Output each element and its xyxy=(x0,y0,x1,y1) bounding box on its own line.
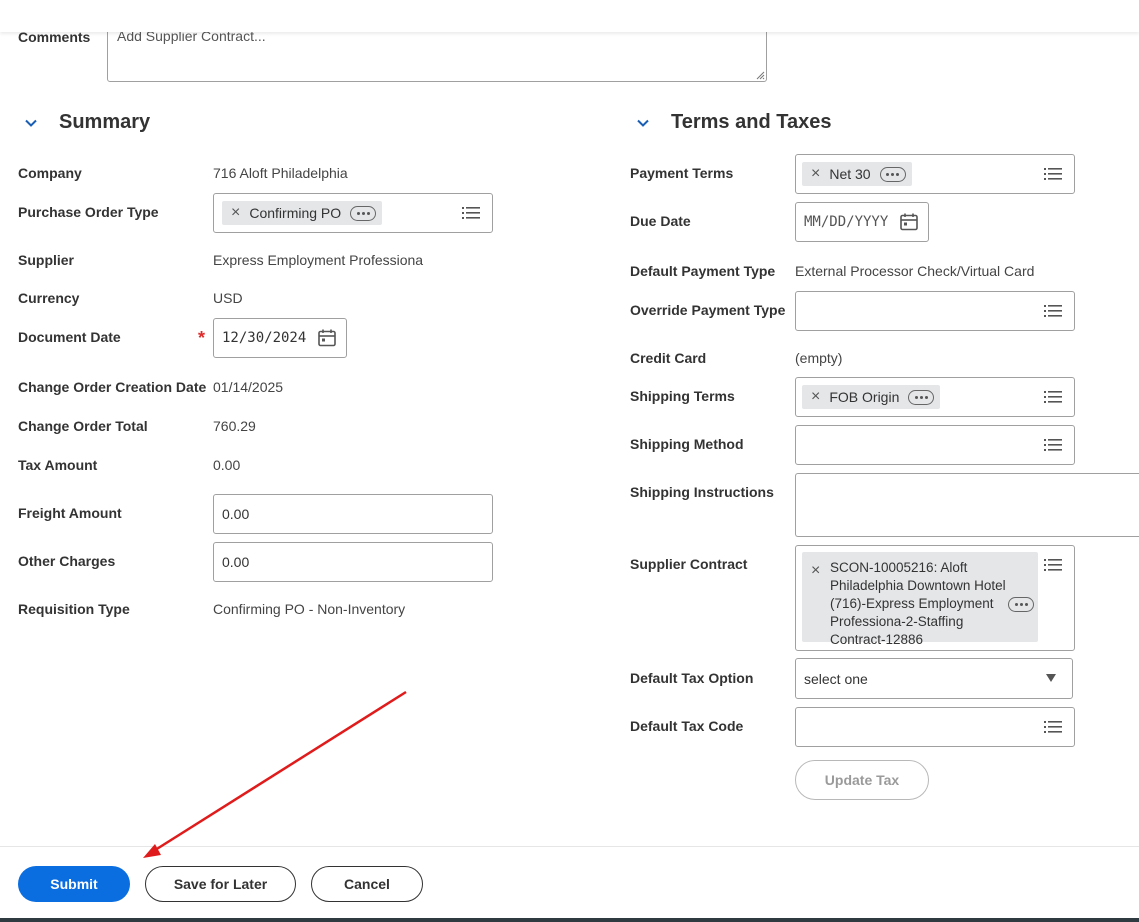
supplier-contract-label: Supplier Contract xyxy=(630,556,748,572)
close-icon[interactable]: × xyxy=(811,562,820,580)
terms-section-header[interactable]: Terms and Taxes xyxy=(636,111,831,134)
change-order-total-label: Change Order Total xyxy=(18,418,148,434)
default-payment-type-label: Default Payment Type xyxy=(630,263,776,279)
required-indicator: * xyxy=(198,328,206,348)
comments-label: Comments xyxy=(18,29,91,45)
due-date-label: Due Date xyxy=(630,213,691,229)
submit-button[interactable]: Submit xyxy=(18,866,130,902)
default-tax-code-field[interactable] xyxy=(795,707,1075,747)
shipping-terms-pill-text: FOB Origin xyxy=(829,389,900,405)
cancel-button[interactable]: Cancel xyxy=(311,866,423,902)
change-order-date-label: Change Order Creation Date xyxy=(18,379,207,395)
list-icon[interactable] xyxy=(1044,557,1062,573)
payment-terms-pill: × Net 30 xyxy=(802,162,912,186)
freight-amount-label: Freight Amount xyxy=(18,505,122,521)
document-date-label: Document Date xyxy=(18,329,121,345)
chevron-down-icon[interactable] xyxy=(24,116,38,130)
default-tax-option-select[interactable]: select one xyxy=(795,658,1073,699)
change-order-date-value: 01/14/2025 xyxy=(213,379,284,395)
default-tax-option-value: select one xyxy=(804,670,868,687)
po-type-field[interactable]: × Confirming PO xyxy=(213,193,493,233)
more-options-icon[interactable] xyxy=(908,389,935,405)
summary-section-header[interactable]: Summary xyxy=(24,111,150,134)
shipping-method-field[interactable] xyxy=(795,425,1075,465)
list-icon[interactable] xyxy=(1044,389,1062,405)
tax-amount-value: 0.00 xyxy=(213,457,241,473)
shipping-terms-field[interactable]: × FOB Origin xyxy=(795,377,1075,417)
freight-amount-value: 0.00 xyxy=(222,506,250,522)
requisition-type-value: Confirming PO - Non-Inventory xyxy=(213,601,406,617)
list-icon[interactable] xyxy=(1044,166,1062,182)
list-icon[interactable] xyxy=(1044,719,1062,735)
more-options-icon[interactable] xyxy=(1008,597,1034,612)
document-date-value: 12/30/2024 xyxy=(222,330,307,346)
other-charges-input[interactable]: 0.00 xyxy=(213,542,493,582)
other-charges-label: Other Charges xyxy=(18,553,116,569)
po-type-pill: × Confirming PO xyxy=(222,201,383,225)
document-date-field[interactable]: 12/30/2024 xyxy=(213,318,347,358)
resize-grip-icon[interactable] xyxy=(755,70,765,80)
default-payment-type-value: External Processor Check/Virtual Card xyxy=(795,263,1035,279)
freight-amount-input[interactable]: 0.00 xyxy=(213,494,493,534)
company-label: Company xyxy=(18,165,82,181)
due-date-placeholder: MM/DD/YYYY xyxy=(804,214,889,230)
shipping-instructions-textarea[interactable] xyxy=(795,473,1139,537)
credit-card-label: Credit Card xyxy=(630,350,707,366)
currency-value: USD xyxy=(213,290,243,306)
tax-amount-label: Tax Amount xyxy=(18,457,98,473)
shipping-method-label: Shipping Method xyxy=(630,436,744,452)
payment-terms-pill-text: Net 30 xyxy=(829,166,871,182)
dropdown-arrow-icon xyxy=(1046,674,1056,682)
save-for-later-button[interactable]: Save for Later xyxy=(145,866,296,902)
close-icon[interactable]: × xyxy=(811,389,820,405)
bottom-strip xyxy=(0,918,1139,922)
currency-label: Currency xyxy=(18,290,80,306)
supplier-label: Supplier xyxy=(18,252,75,268)
terms-title: Terms and Taxes xyxy=(671,111,832,133)
update-tax-button[interactable]: Update Tax xyxy=(795,760,929,800)
list-icon[interactable] xyxy=(1044,437,1062,453)
due-date-field[interactable]: MM/DD/YYYY xyxy=(795,202,929,242)
shipping-instructions-label: Shipping Instructions xyxy=(630,484,774,500)
close-icon[interactable]: × xyxy=(231,205,240,221)
supplier-value: Express Employment Professiona xyxy=(213,252,424,268)
company-value: 716 Aloft Philadelphia xyxy=(213,165,348,181)
credit-card-value: (empty) xyxy=(795,350,843,366)
supplier-contract-pill-text: SCON-10005216: Aloft Philadelphia Downto… xyxy=(830,560,1006,647)
supplier-contract-pill: × SCON-10005216: Aloft Philadelphia Down… xyxy=(802,552,1038,647)
list-icon[interactable] xyxy=(1044,303,1062,319)
payment-terms-label: Payment Terms xyxy=(630,165,734,181)
po-type-pill-text: Confirming PO xyxy=(249,205,342,221)
other-charges-value: 0.00 xyxy=(222,554,250,570)
payment-terms-field[interactable]: × Net 30 xyxy=(795,154,1075,194)
shipping-terms-pill: × FOB Origin xyxy=(802,385,941,409)
po-type-label: Purchase Order Type xyxy=(18,204,159,220)
summary-title: Summary xyxy=(59,111,151,133)
default-tax-code-label: Default Tax Code xyxy=(630,718,744,734)
calendar-icon[interactable] xyxy=(899,212,919,232)
change-order-total-value: 760.29 xyxy=(213,418,256,434)
list-icon[interactable] xyxy=(462,205,480,221)
shipping-terms-label: Shipping Terms xyxy=(630,388,735,404)
close-icon[interactable]: × xyxy=(811,166,820,182)
requisition-type-label: Requisition Type xyxy=(18,601,130,617)
default-tax-option-label: Default Tax Option xyxy=(630,670,754,686)
more-options-icon[interactable] xyxy=(879,166,906,182)
override-payment-type-field[interactable] xyxy=(795,291,1075,331)
more-options-icon[interactable] xyxy=(350,205,377,221)
top-bar xyxy=(0,0,1139,32)
override-payment-type-label: Override Payment Type xyxy=(630,302,786,318)
calendar-icon[interactable] xyxy=(317,328,337,348)
supplier-contract-field[interactable]: × SCON-10005216: Aloft Philadelphia Down… xyxy=(795,545,1075,651)
chevron-down-icon[interactable] xyxy=(636,116,650,130)
